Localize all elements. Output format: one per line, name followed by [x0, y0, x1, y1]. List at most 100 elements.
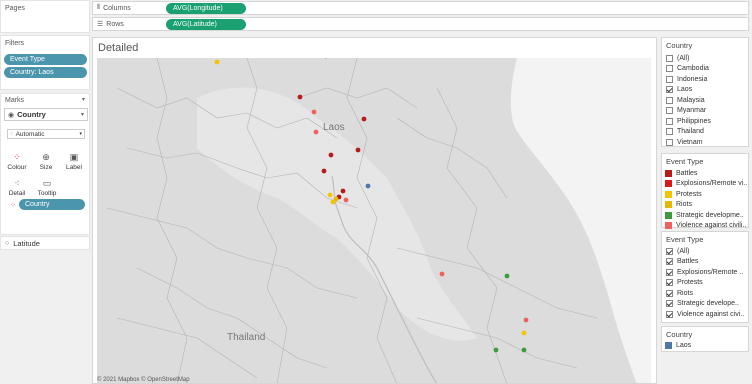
event-type-legend: Event Type Battles Explosions/Remote vi..… [661, 153, 749, 230]
country-filter-checkbox[interactable] [666, 75, 673, 83]
event-filter-item-label: (All) [677, 247, 690, 255]
automatic-icon: ◌ [10, 131, 14, 137]
country-filter-checkbox[interactable] [666, 65, 673, 73]
event-filter-checkbox[interactable] [666, 268, 673, 276]
event-legend-item[interactable]: Battles [665, 168, 749, 179]
event-filter-checkbox[interactable] [666, 279, 673, 287]
layer-dropdown-icon[interactable]: ▾ [81, 111, 84, 118]
country-filter-item[interactable]: Laos [666, 85, 748, 96]
map-point[interactable] [297, 94, 303, 100]
map-point[interactable] [313, 129, 319, 135]
map-point[interactable] [340, 188, 346, 194]
map-point[interactable] [521, 330, 527, 336]
map-point[interactable] [333, 196, 339, 202]
event-filter-item[interactable]: Riots [666, 288, 748, 299]
event-legend-item[interactable]: Violence against civili.. [665, 221, 749, 232]
map-point[interactable] [328, 152, 334, 158]
event-filter-item[interactable]: Explosions/Remote .. [666, 267, 748, 278]
label-button[interactable]: ▣ Label [63, 145, 85, 172]
country-filter-checkbox[interactable] [666, 107, 673, 115]
country-filter-item[interactable]: Thailand [666, 127, 748, 138]
event-filter-item[interactable]: Battles [666, 257, 748, 268]
event-filter-checkbox[interactable] [666, 310, 673, 318]
columns-shelf[interactable]: ⦀ Columns AVG(Longitude) [92, 1, 749, 15]
event-filter-item-label: Explosions/Remote .. [677, 268, 744, 276]
country-filter-checkbox[interactable] [666, 96, 673, 104]
map-point[interactable] [361, 116, 367, 122]
country-legend-item[interactable]: Laos [665, 340, 749, 351]
columns-pill[interactable]: AVG(Longitude) [166, 2, 246, 14]
latitude-marks-row[interactable]: ○ Latitude [0, 236, 90, 250]
map[interactable]: Laos Thailand [97, 58, 651, 384]
tooltip-icon: ▭ [42, 178, 52, 188]
map-point[interactable] [523, 317, 529, 323]
eye-icon[interactable]: ◉ [8, 111, 14, 119]
detail-icon: ⁖ [14, 178, 20, 188]
event-filter-item-label: Riots [677, 289, 693, 297]
country-filter-card: Country (All) Cambodia Indonesia Laos Malays… [661, 37, 749, 147]
country-filter-item-label: Vietnam [677, 138, 703, 146]
size-label: Size [39, 164, 53, 171]
event-filter-checkbox[interactable] [666, 289, 673, 297]
marks-collapse-icon[interactable]: ▾ [82, 96, 85, 103]
map-point[interactable] [355, 147, 361, 153]
map-point[interactable] [521, 347, 527, 353]
map-point[interactable] [214, 59, 220, 65]
tooltip-button[interactable]: ▭ Tooltip [35, 171, 59, 198]
event-filter-item[interactable]: Violence against civi.. [666, 309, 748, 320]
event-filter-item[interactable]: Protests [666, 278, 748, 289]
country-filter-checkbox[interactable] [666, 54, 673, 62]
map-point[interactable] [321, 168, 327, 174]
event-legend-item-label: Battles [676, 169, 698, 177]
country-filter-checkbox[interactable] [666, 138, 673, 146]
columns-icon: ⦀ [97, 4, 101, 11]
country-filter-item[interactable]: (All) [666, 53, 748, 64]
pages-label: Pages [5, 5, 25, 12]
size-button[interactable]: ⊕ Size [35, 145, 57, 172]
event-filter-item[interactable]: Strategic develope.. [666, 299, 748, 310]
country-filter-item-label: Malaysia [677, 96, 705, 104]
rows-pill[interactable]: AVG(Latitude) [166, 18, 246, 30]
event-legend-item[interactable]: Riots [665, 200, 749, 211]
map-point[interactable] [504, 273, 510, 279]
event-legend-item-label: Strategic developme.. [676, 211, 744, 219]
colour-button[interactable]: ⁘ Colour [6, 145, 28, 172]
event-legend-item-label: Riots [676, 201, 692, 209]
mark-type-dropdown[interactable]: ◌ Automatic ▾ [7, 129, 85, 139]
detail-button[interactable]: ⁖ Detail [6, 171, 28, 198]
marks-layer-row[interactable]: ◉ Country ▾ [4, 108, 88, 121]
map-point[interactable] [327, 192, 333, 198]
map-point[interactable] [365, 183, 371, 189]
map-point[interactable] [493, 347, 499, 353]
map-point[interactable] [343, 197, 349, 203]
event-legend-item[interactable]: Explosions/Remote vi.. [665, 179, 749, 190]
country-filter-item[interactable]: Malaysia [666, 95, 748, 106]
filter-pill-event-type[interactable]: Event Type [4, 54, 87, 65]
rows-shelf[interactable]: ☰ Rows AVG(Latitude) [92, 17, 749, 31]
event-filter-checkbox[interactable] [666, 247, 673, 255]
map-point[interactable] [439, 271, 445, 277]
country-filter-item[interactable]: Myanmar [666, 106, 748, 117]
country-filter-checkbox[interactable] [666, 117, 673, 125]
country-filter-item[interactable]: Indonesia [666, 74, 748, 85]
country-legend: Country Laos [661, 326, 749, 352]
filter-pill-country[interactable]: Country: Laos [4, 67, 87, 78]
country-filter-item[interactable]: Cambodia [666, 64, 748, 75]
event-type-legend-title: Event Type [666, 157, 704, 166]
event-legend-item[interactable]: Strategic developme.. [665, 210, 749, 221]
country-filter-checkbox[interactable] [666, 86, 673, 94]
event-legend-item[interactable]: Protests [665, 189, 749, 200]
country-filter-item[interactable]: Vietnam [666, 137, 748, 148]
country-legend-list: Laos [665, 340, 749, 351]
filters-label: Filters [5, 40, 25, 47]
country-filter-item-label: Laos [677, 86, 693, 94]
view-title: Detailed [98, 42, 139, 54]
country-filter-checkbox[interactable] [666, 128, 673, 136]
event-filter-item-label: Protests [677, 279, 703, 287]
event-filter-checkbox[interactable] [666, 300, 673, 308]
color-pill-country[interactable]: Country [19, 199, 85, 210]
event-filter-item[interactable]: (All) [666, 246, 748, 257]
event-filter-checkbox[interactable] [666, 258, 673, 266]
country-filter-item[interactable]: Philippines [666, 116, 748, 127]
map-point[interactable] [311, 109, 317, 115]
